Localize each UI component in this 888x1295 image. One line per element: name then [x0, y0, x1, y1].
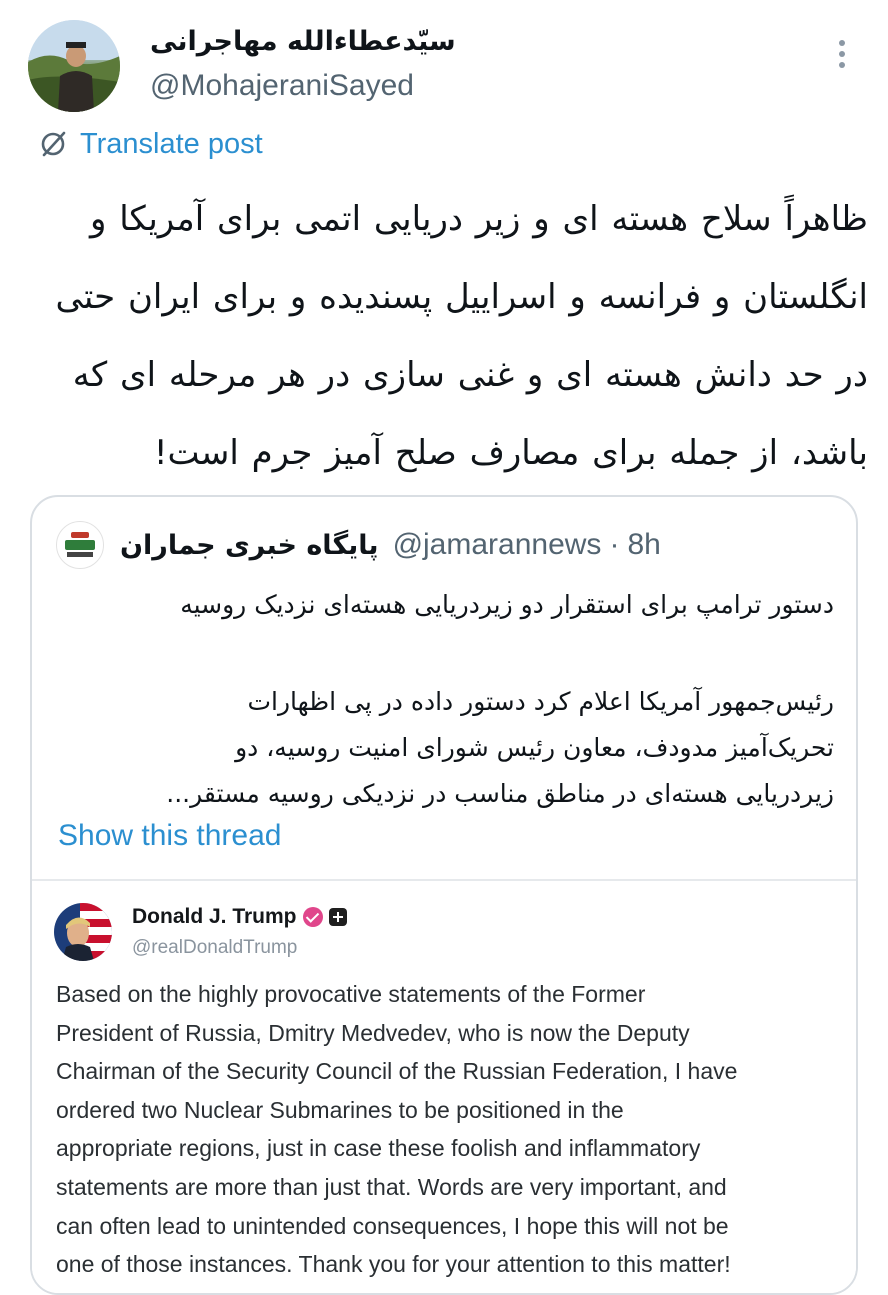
author-avatar[interactable] [28, 20, 120, 112]
quoted-post-header: پایگاه خبری جماران @jamarannews · 8h [56, 519, 836, 571]
author-display-name[interactable]: سیّدعطاءالله مهاجرانی [150, 22, 710, 62]
embedded-author-name-row: Donald J. Trump [132, 905, 347, 929]
translate-post-label: Translate post [80, 127, 263, 160]
show-thread-link[interactable]: Show this thread [58, 819, 281, 853]
embedded-text-line: Chairman of the Security Council of the … [56, 1058, 738, 1085]
embedded-text-line: one of those instances. Thank you for yo… [56, 1251, 731, 1278]
quoted-body-line: تحریک‌آمیز مدودف، معاون رئیس شورای امنیت… [235, 733, 834, 762]
quoted-post-body: رئیس‌جمهور آمریکا اعلام کرد دستور داده د… [52, 679, 834, 817]
translate-icon [41, 131, 66, 157]
quoted-author-avatar[interactable] [56, 521, 104, 569]
more-dots-icon[interactable] [830, 40, 854, 76]
post-text: ظاهراً سلاح هسته ای و زیر دریایی اتمی بر… [24, 180, 868, 492]
post-text-line: ظاهراً سلاح هسته ای و زیر دریایی اتمی بر… [89, 199, 868, 239]
post-header: سیّدعطاءالله مهاجرانی @MohajeraniSayed [0, 0, 888, 130]
embedded-text-line: statements are more than just that. Word… [56, 1173, 727, 1200]
author-names: سیّدعطاءالله مهاجرانی @MohajeraniSayed [150, 22, 710, 106]
author-handle[interactable]: @MohajeraniSayed [150, 66, 710, 106]
plus-badge-icon [328, 908, 347, 926]
quoted-post-time[interactable]: 8h [627, 528, 660, 562]
embedded-author-name: Donald J. Trump [132, 905, 297, 928]
quoted-body-line: زیردریایی هسته‌ای در مناطق مناسب در نزدی… [166, 779, 834, 808]
embedded-author-avatar [54, 903, 112, 961]
embedded-author-handle: @realDonaldTrump [132, 937, 298, 958]
embedded-post-text: Based on the highly provocative statemen… [56, 975, 846, 1284]
quoted-post-card[interactable]: پایگاه خبری جماران @jamarannews · 8h دست… [30, 495, 858, 1295]
translate-post-link[interactable]: Translate post [38, 126, 263, 162]
post-text-line: انگلستان و فرانسه و اسراییل پسندیده و بر… [55, 277, 868, 317]
quoted-author-name[interactable]: پایگاه خبری جماران [120, 530, 379, 561]
quoted-author-handle[interactable]: @jamarannews [393, 528, 602, 562]
embedded-text-line: ordered two Nuclear Submarines to be pos… [56, 1096, 624, 1123]
embedded-text-line: President of Russia, Dmitry Medvedev, wh… [56, 1019, 690, 1046]
verified-badge-icon [302, 907, 323, 927]
post-text-line: در حد دانش هسته ای و غنی سازی در هر مرحل… [72, 355, 868, 395]
quoted-body-line: رئیس‌جمهور آمریکا اعلام کرد دستور داده د… [247, 687, 835, 716]
embedded-text-line: Based on the highly provocative statemen… [56, 981, 646, 1007]
dot-separator: · [609, 528, 620, 561]
embedded-text-line: appropriate regions, just in case these … [56, 1135, 701, 1162]
quoted-post-title: دستور ترامپ برای استقرار دو زیردریایی هس… [180, 590, 834, 619]
embedded-media-screenshot[interactable]: Donald J. Trump @realDonaldTrump Based o… [32, 879, 856, 1293]
embedded-text-line: can often lead to unintended consequence… [56, 1212, 729, 1239]
post-text-line: باشد، از جمله برای مصارف صلح آمیز جرم اس… [153, 433, 868, 473]
